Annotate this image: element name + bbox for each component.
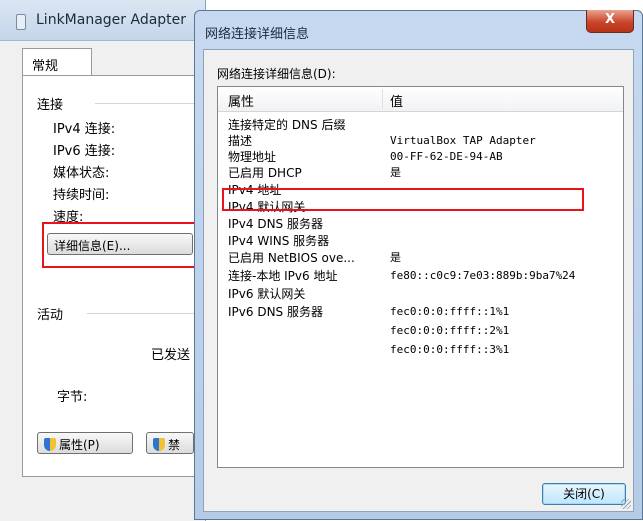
row-property: 已启用 DHCP bbox=[228, 166, 302, 180]
status-window-titlebar[interactable]: LinkManager Adapter bbox=[0, 0, 205, 41]
row-property: 连接特定的 DNS 后缀 bbox=[228, 118, 346, 132]
row-value: 是 bbox=[390, 251, 401, 264]
row-value: fe80::c0c9:7e03:889b:9ba7%24 bbox=[390, 269, 576, 282]
row-value: fec0:0:0:ffff::1%1 bbox=[390, 305, 510, 318]
ipv4-connectivity-label: IPv4 连接: bbox=[53, 122, 116, 137]
details-caption: 网络连接详细信息(D): bbox=[217, 67, 336, 81]
table-row[interactable]: fec0:0:0:ffff::2%1 bbox=[218, 323, 623, 339]
row-property: IPv6 默认网关 bbox=[228, 287, 306, 301]
row-property: IPv4 DNS 服务器 bbox=[228, 217, 323, 231]
uac-shield-icon bbox=[44, 438, 56, 451]
highlight-box-ipv4 bbox=[222, 188, 584, 211]
tab-general-label: 常规 bbox=[32, 59, 59, 74]
ipv6-connectivity-label: IPv6 连接: bbox=[53, 144, 116, 159]
duration-label: 持续时间: bbox=[53, 188, 110, 203]
column-divider[interactable] bbox=[382, 89, 383, 109]
resize-grip[interactable] bbox=[621, 499, 631, 509]
tab-general[interactable]: 常规 bbox=[22, 48, 92, 77]
table-row[interactable]: IPv6 DNS 服务器 fec0:0:0:ffff::1%1 bbox=[218, 304, 623, 320]
section-activity-heading: 活动 bbox=[37, 308, 64, 323]
list-header: 属性 值 bbox=[218, 87, 623, 112]
highlight-box-details bbox=[42, 222, 200, 268]
status-window-button-bar bbox=[0, 490, 205, 521]
column-header-value[interactable]: 值 bbox=[390, 91, 403, 110]
table-row[interactable]: IPv4 DNS 服务器 bbox=[218, 216, 623, 232]
row-value: VirtualBox TAP Adapter bbox=[390, 134, 536, 147]
table-row[interactable]: IPv4 WINS 服务器 bbox=[218, 233, 623, 249]
row-value: fec0:0:0:ffff::3%1 bbox=[390, 343, 510, 356]
column-header-property[interactable]: 属性 bbox=[228, 91, 254, 110]
close-icon[interactable]: X bbox=[586, 10, 634, 33]
network-details-dialog: 网络连接详细信息 X 网络连接详细信息(D): 属性 值 连接特定的 DNS 后… bbox=[194, 10, 643, 520]
disable-button[interactable]: 禁 bbox=[146, 432, 194, 454]
table-row[interactable]: 连接特定的 DNS 后缀 bbox=[218, 117, 623, 133]
dialog-client-area: 网络连接详细信息(D): 属性 值 连接特定的 DNS 后缀 描述 Virtua… bbox=[203, 49, 634, 512]
network-adapter-icon bbox=[16, 14, 26, 30]
properties-button[interactable]: 属性(P) bbox=[37, 432, 133, 454]
status-window-title: LinkManager Adapter bbox=[36, 12, 187, 28]
bytes-label: 字节: bbox=[57, 390, 88, 405]
row-value: fec0:0:0:ffff::2%1 bbox=[390, 324, 510, 337]
row-property: IPv6 DNS 服务器 bbox=[228, 305, 323, 319]
details-list[interactable]: 属性 值 连接特定的 DNS 后缀 描述 VirtualBox TAP Adap… bbox=[217, 86, 624, 468]
sent-label: 已发送 bbox=[151, 348, 191, 363]
disable-button-label: 禁 bbox=[168, 438, 181, 452]
properties-button-label: 属性(P) bbox=[59, 438, 100, 452]
section-connection-heading: 连接 bbox=[37, 98, 64, 113]
row-property: IPv4 WINS 服务器 bbox=[228, 234, 330, 248]
row-property: 已启用 NetBIOS ove... bbox=[228, 251, 355, 265]
row-property: 物理地址 bbox=[228, 150, 277, 164]
row-property: 描述 bbox=[228, 134, 253, 148]
uac-shield-icon bbox=[153, 438, 165, 451]
table-row[interactable]: 描述 VirtualBox TAP Adapter bbox=[218, 133, 623, 149]
media-state-label: 媒体状态: bbox=[53, 166, 110, 181]
close-button[interactable]: 关闭(C) bbox=[542, 483, 626, 505]
dialog-title: 网络连接详细信息 bbox=[205, 27, 310, 42]
row-property: 连接-本地 IPv6 地址 bbox=[228, 269, 338, 283]
row-value: 00-FF-62-DE-94-AB bbox=[390, 150, 503, 163]
table-row[interactable]: IPv6 默认网关 bbox=[218, 286, 623, 302]
table-row[interactable]: 已启用 NetBIOS ove... 是 bbox=[218, 250, 623, 266]
table-row[interactable]: 物理地址 00-FF-62-DE-94-AB bbox=[218, 149, 623, 165]
table-row[interactable]: fec0:0:0:ffff::3%1 bbox=[218, 342, 623, 358]
table-row[interactable]: 连接-本地 IPv6 地址 fe80::c0c9:7e03:889b:9ba7%… bbox=[218, 268, 623, 284]
row-value: 是 bbox=[390, 166, 401, 179]
table-row[interactable]: 已启用 DHCP 是 bbox=[218, 165, 623, 181]
